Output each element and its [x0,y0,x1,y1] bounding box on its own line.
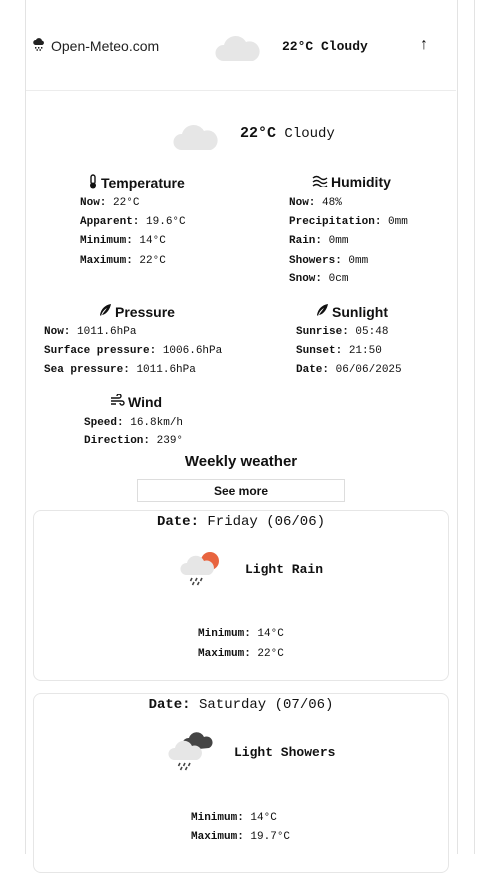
day-condition: Light Rain [245,562,324,577]
day-maximum: Maximum: 19.7°C [191,831,291,843]
current-cloud-icon [172,118,220,157]
wind-title: Wind [128,394,163,410]
humidity-precipitation: Precipitation: 0mm [289,216,408,228]
pressure-surface: Surface pressure: 1006.6hPa [44,345,223,357]
sunlight-heading: Sunlight [315,303,388,320]
temperature-minimum: Minimum: 14°C [80,235,166,247]
current-temperature: 22°C [240,125,277,142]
weekly-title: Weekly weather [184,453,298,470]
humidity-title: Humidity [331,174,391,190]
day-card: Date: Saturday (07/06) Light Showers Min… [33,693,449,873]
day-minimum: Minimum: 14°C [198,628,284,640]
day-maximum: Maximum: 22°C [198,648,284,660]
scroll-top-arrow-icon[interactable]: ↑ [420,36,428,54]
pressure-title: Pressure [115,303,175,320]
waves-icon [312,174,328,190]
temperature-heading: Temperature [88,174,185,192]
see-more-button[interactable]: See more [137,479,345,502]
page-border [474,0,475,854]
brand-name: Open-Meteo.com [51,38,160,54]
sunlight-sunset: Sunset: 21:50 [296,345,382,357]
wind-heading: Wind [110,393,163,410]
thermometer-icon [88,174,98,192]
current-weather: 22°C Cloudy [240,125,335,142]
pressure-sea: Sea pressure: 1011.6hPa [44,364,196,376]
pressure-now: Now: 1011.6hPa [44,326,137,338]
showers-cloud-icon [168,732,214,777]
day-date: Date: Friday (06/06) [156,514,326,530]
pressure-heading: Pressure [98,303,175,320]
humidity-rain: Rain: 0mm [289,235,349,247]
day-minimum: Minimum: 14°C [191,812,277,824]
feather-icon [98,303,112,320]
wind-icon [110,393,125,410]
humidity-snow: Snow: 0cm [289,273,349,285]
brand-link[interactable]: Open-Meteo.com [32,38,159,54]
wind-direction: Direction: 239° [84,435,184,447]
cloud-icon [214,31,262,68]
header-divider [26,90,456,91]
humidity-showers: Showers: 0mm [289,255,369,267]
humidity-heading: Humidity [312,174,391,190]
day-date: Date: Saturday (07/06) [148,697,334,713]
feather-icon [315,303,329,320]
sunlight-sunrise: Sunrise: 05:48 [296,326,389,338]
wind-speed: Speed: 16.8km/h [84,417,184,429]
current-condition: Cloudy [284,126,335,142]
temperature-apparent: Apparent: 19.6°C [80,216,186,228]
rain-cloud-icon [32,38,46,54]
day-card: Date: Friday (06/06) Light Rain Minimum:… [33,510,449,681]
sunlight-date: Date: 06/06/2025 [296,364,402,376]
temperature-title: Temperature [101,175,185,191]
top-bar: Open-Meteo.com 22°C Cloudy ↑ [0,0,482,92]
sunlight-title: Sunlight [332,303,388,320]
humidity-now: Now: 48% [289,197,342,209]
temperature-now: Now: 22°C [80,197,140,209]
rain-sun-cloud-icon [180,549,224,594]
day-condition: Light Showers [234,745,336,760]
temperature-maximum: Maximum: 22°C [80,255,166,267]
header-weather-summary: 22°C Cloudy [282,39,368,54]
